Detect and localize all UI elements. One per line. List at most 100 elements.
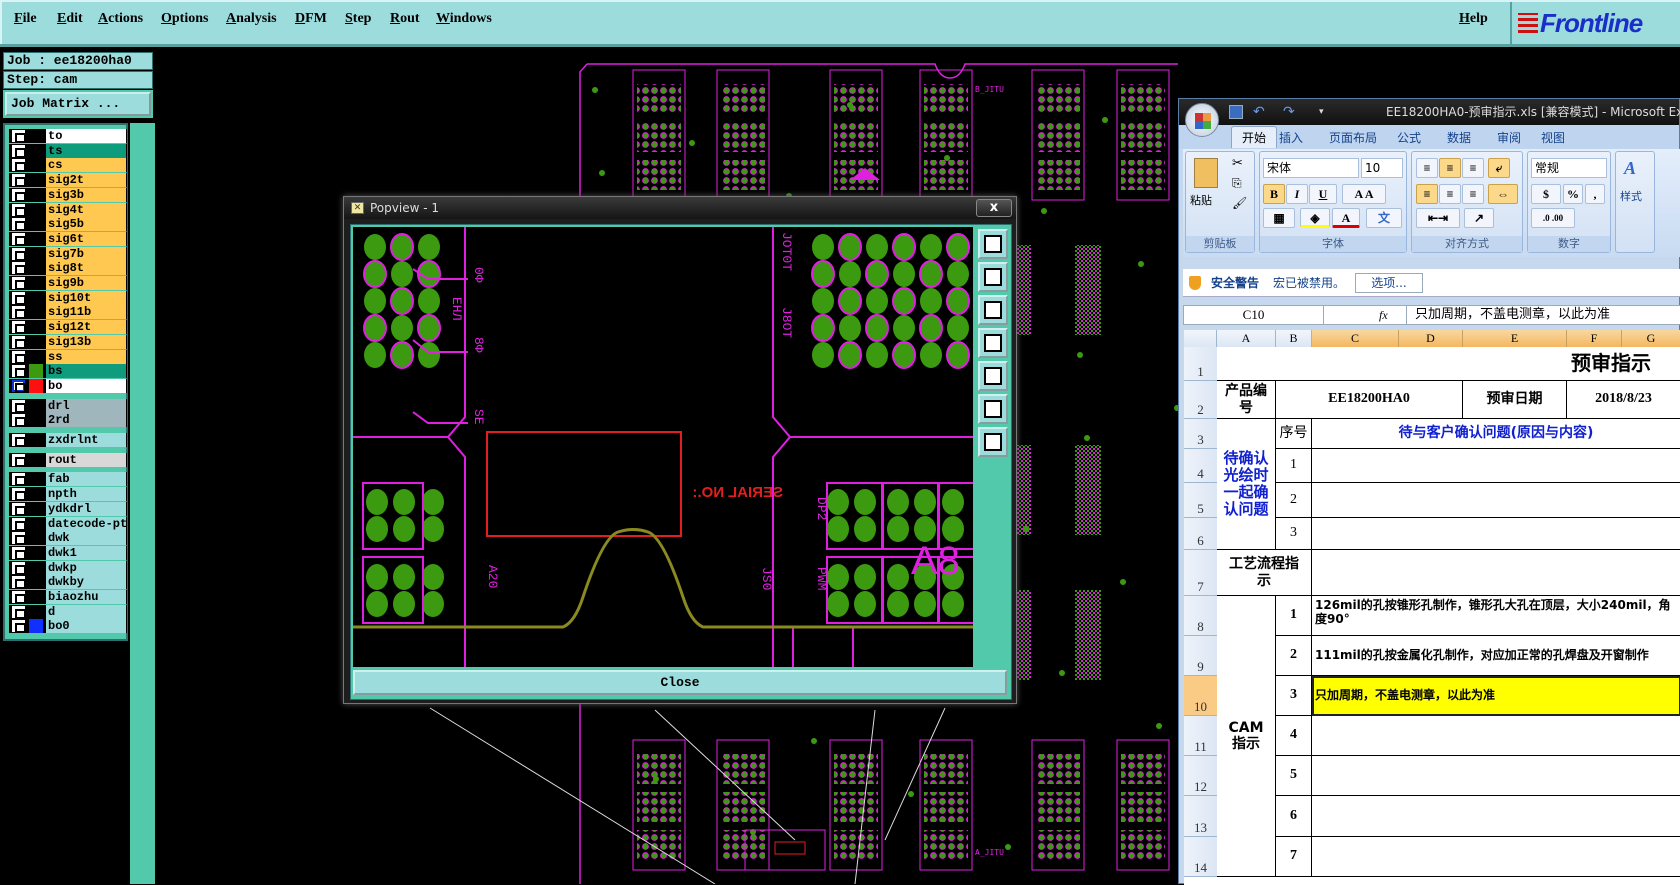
layer-checkbox[interactable] [12, 502, 26, 516]
layer-name[interactable]: rout [46, 452, 126, 467]
align-right-icon[interactable]: ≡ [1462, 184, 1484, 204]
select-all-corner[interactable] [1184, 330, 1217, 347]
layer-name[interactable]: npth [46, 487, 126, 502]
layer-name[interactable]: cs [46, 158, 126, 173]
layer-name[interactable]: sig3b [46, 187, 126, 202]
layer-row[interactable]: sig3b [9, 187, 127, 202]
confirm-seq-cell[interactable]: 2 [1276, 483, 1312, 518]
styles-icon[interactable]: A [1624, 158, 1636, 179]
popview-canvas[interactable]: SERIAL NO.: A8 ЕНЛ 0Ф 8Ф SE A20 JOT0T J8… [353, 227, 980, 783]
zoom-fit-button[interactable] [978, 394, 1008, 424]
layer-name[interactable]: sig8t [46, 261, 126, 276]
row-header[interactable]: 6 [1184, 518, 1217, 550]
layer-checkbox[interactable] [12, 434, 26, 447]
layer-name[interactable]: dwkby [46, 575, 126, 590]
layer-checkbox[interactable] [12, 546, 26, 560]
number-format-select[interactable]: 常规 [1531, 158, 1607, 178]
cam-item-cell[interactable]: 111mil的孔按金属化孔制作，对应加正常的孔焊盘及开窗制作 [1312, 636, 1680, 676]
customize-qat-icon[interactable]: ▾ [1319, 99, 1324, 125]
layer-row[interactable]: datecode-pte [9, 516, 127, 531]
ribbon-tab[interactable]: 数据 [1447, 129, 1471, 146]
popview-title-bar[interactable]: ✕ Popview - 1 x [344, 197, 1016, 219]
layer-row[interactable]: ss [9, 349, 127, 364]
layer-checkbox[interactable] [12, 365, 26, 379]
layer-name[interactable]: sig6t [46, 231, 126, 246]
layer-name[interactable]: datecode-pte [46, 516, 126, 531]
menu-analysis[interactable]: Analysis [226, 11, 277, 27]
layer-row[interactable]: bo [9, 378, 127, 393]
seq-header-cell[interactable]: 序号 [1276, 419, 1312, 449]
align-top-icon[interactable]: ≡ [1416, 158, 1438, 178]
layer-row[interactable]: sig9b [9, 276, 127, 290]
menu-rout[interactable]: Rout [390, 11, 420, 27]
spreadsheet-grid[interactable]: A B C D E F G 1 2 3 4 5 6 7 8 9 10 11 12 13 14 预审指示 产品编号 EE1820… [1184, 330, 1680, 885]
layer-name[interactable]: sig12t [46, 320, 126, 335]
layer-row[interactable]: sig6t [9, 231, 127, 246]
layer-name[interactable]: dwk [46, 531, 126, 546]
font-size-select[interactable]: 10 [1361, 158, 1403, 178]
layer-checkbox[interactable] [12, 232, 26, 246]
layer-checkbox[interactable] [12, 605, 26, 619]
layer-name[interactable]: sig13b [46, 334, 126, 349]
security-options-button[interactable]: 选项... [1355, 273, 1423, 293]
cam-seq-cell[interactable]: 2 [1276, 636, 1312, 676]
layer-checkbox[interactable] [12, 620, 26, 634]
product-no-label-cell[interactable]: 产品编号 [1217, 381, 1276, 419]
ribbon-tab[interactable]: 页面布局 [1329, 129, 1377, 146]
layer-checkbox[interactable] [12, 576, 26, 590]
review-date-cell[interactable]: 2018/8/23 [1567, 381, 1680, 419]
italic-button[interactable]: I [1286, 184, 1308, 204]
layer-name[interactable]: ts [46, 143, 126, 158]
confirm-seq-cell[interactable]: 3 [1276, 518, 1312, 550]
fill-color-icon[interactable]: ◈ [1300, 208, 1330, 228]
layer-name[interactable]: sig7b [46, 246, 126, 261]
menu-step[interactable]: Step [345, 11, 371, 27]
layer-row[interactable]: 2rd [9, 413, 127, 428]
paste-icon[interactable] [1194, 158, 1218, 188]
row-header[interactable]: 11 [1184, 716, 1217, 756]
indent-icons[interactable]: ⇤⇥ [1416, 208, 1460, 228]
excel-title-bar[interactable]: ↶ ↷ ▾ EE18200HA0-预审指示.xls [兼容模式] - Micro… [1179, 99, 1680, 125]
layer-name[interactable]: sig5b [46, 217, 126, 232]
layer-name[interactable]: d [46, 604, 126, 619]
issues-header-cell[interactable]: 待与客户确认问题(原因与内容) [1312, 419, 1680, 449]
undo-icon[interactable]: ↶ [1253, 99, 1265, 125]
process-label-cell[interactable]: 工艺流程指示 [1217, 550, 1312, 596]
layer-row[interactable]: npth [9, 487, 127, 502]
ribbon-tab[interactable]: 开始 [1231, 126, 1278, 148]
ribbon-tab[interactable]: 视图 [1541, 129, 1565, 146]
layer-name[interactable]: zxdrlnt [46, 433, 126, 447]
save-icon[interactable] [1229, 105, 1243, 119]
copy-icon[interactable]: ⎘ [1232, 176, 1242, 191]
layer-name[interactable]: ydkdrl [46, 501, 126, 516]
sheet-title-cell[interactable]: 预审指示 [1217, 347, 1680, 381]
cam-item-cell[interactable] [1312, 837, 1680, 877]
menu-dfm[interactable]: DFM [295, 11, 327, 27]
paste-button[interactable]: 粘贴 [1190, 192, 1212, 208]
column-header[interactable]: D [1399, 330, 1463, 347]
layer-row[interactable]: ydkdrl [9, 501, 127, 516]
decimal-icons[interactable]: .0 .00 [1531, 208, 1575, 228]
name-box[interactable]: C10 [1184, 306, 1324, 324]
percent-button[interactable]: % [1563, 184, 1583, 204]
row-header[interactable]: 13 [1184, 796, 1217, 837]
menu-windows[interactable]: Windows [436, 11, 492, 27]
pan-right-button[interactable] [978, 361, 1008, 391]
ribbon-tab[interactable]: 插入 [1279, 129, 1303, 146]
layer-row[interactable]: bs [9, 364, 127, 379]
row-header[interactable]: 9 [1184, 636, 1217, 676]
job-matrix-button[interactable]: Job Matrix ... [5, 92, 151, 116]
layer-name[interactable]: sig2t [46, 173, 126, 188]
layer-name[interactable]: drl [46, 398, 126, 413]
column-header[interactable]: A [1217, 330, 1276, 347]
confirm-section-cell[interactable]: 待确认光绘时一起确认问题 [1217, 419, 1276, 550]
layer-row[interactable]: dwkby [9, 575, 127, 590]
formula-input[interactable]: 只加周期，不盖电测章，以此为准 [1406, 306, 1610, 324]
zoom-home-button[interactable] [978, 427, 1008, 457]
layer-row[interactable]: fab [9, 472, 127, 487]
menu-options[interactable]: Options [161, 11, 208, 27]
ribbon-tab[interactable]: 公式 [1397, 129, 1421, 146]
layer-name[interactable]: sig10t [46, 290, 126, 305]
cam-item-cell-selected[interactable]: 只加周期，不盖电测章，以此为准 [1312, 676, 1680, 716]
layer-checkbox[interactable] [12, 488, 26, 502]
